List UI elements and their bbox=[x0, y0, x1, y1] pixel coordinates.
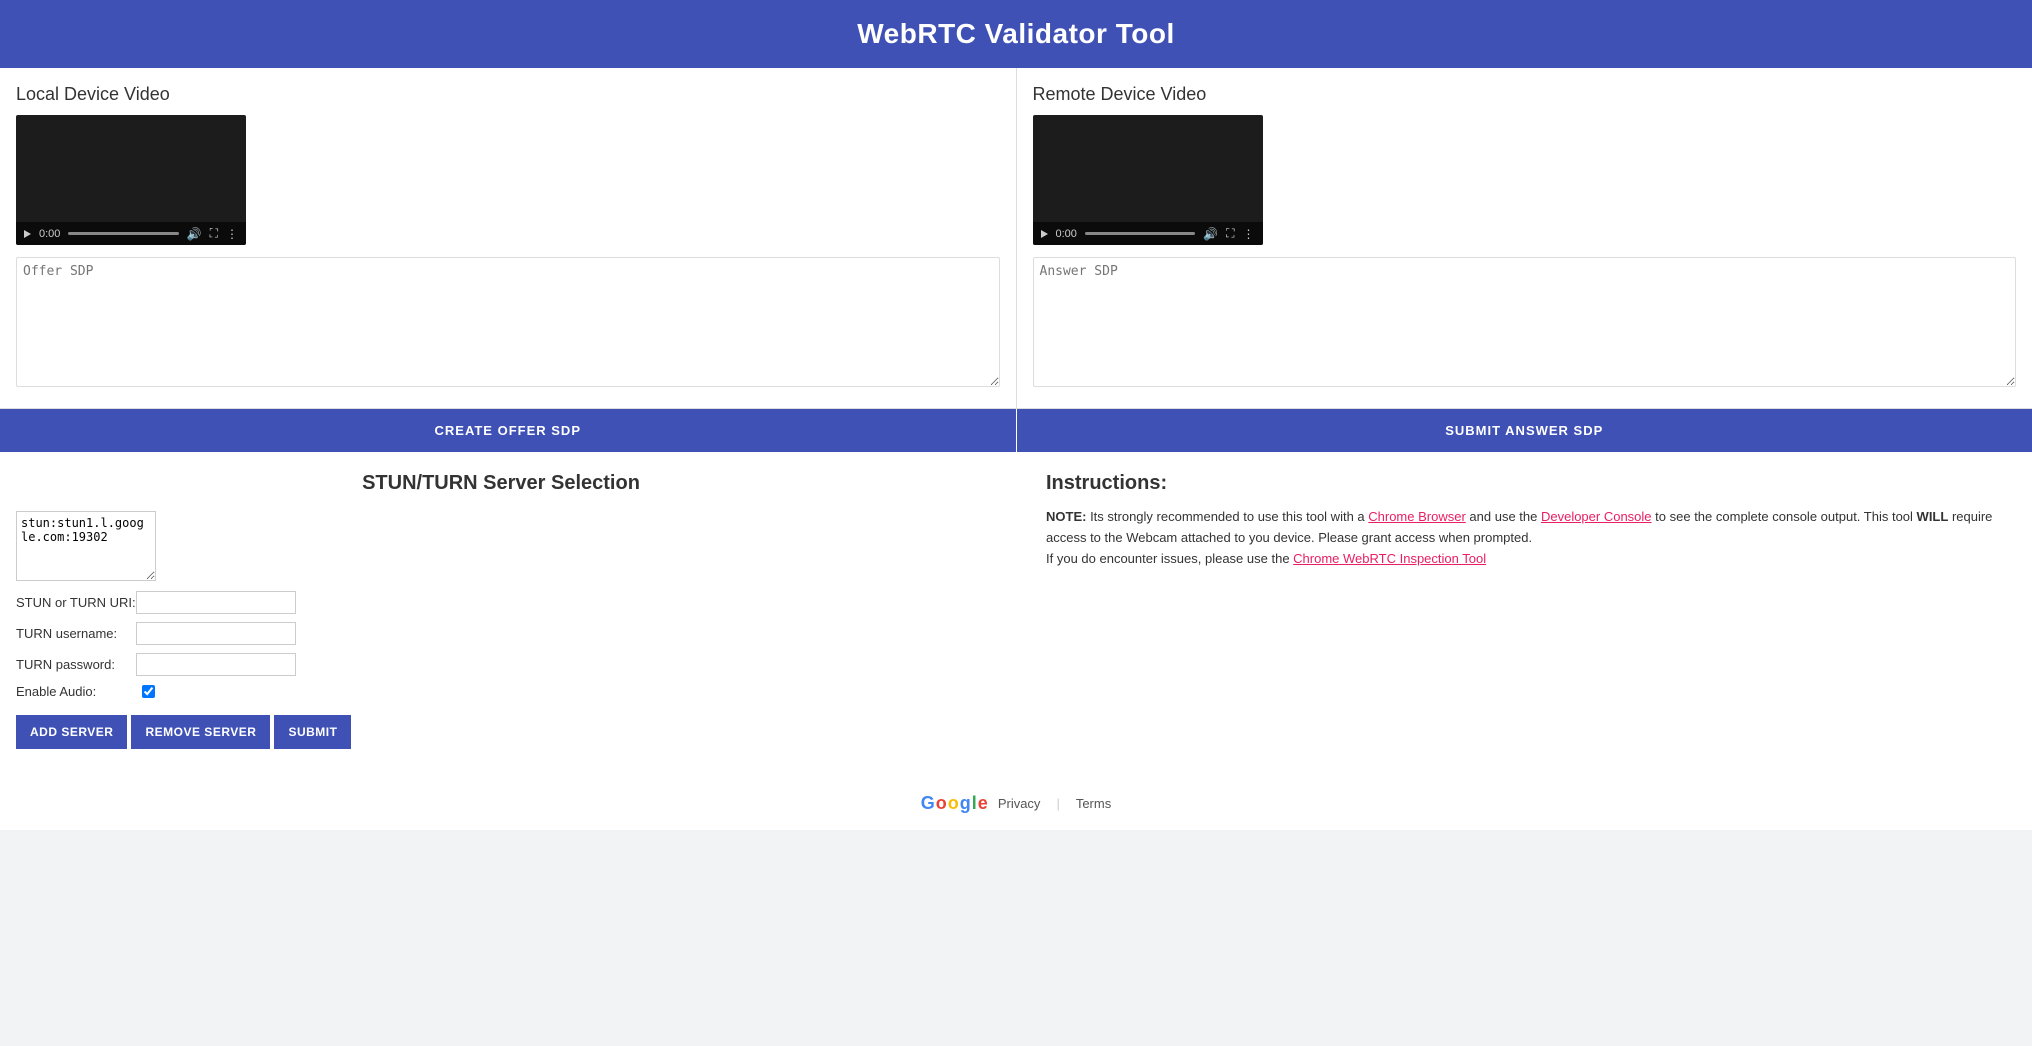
uri-row: STUN or TURN URI: bbox=[16, 591, 986, 614]
local-video-player[interactable]: 0:00 🔊 ⛶ ⋮ bbox=[16, 115, 246, 245]
local-video-controls: 0:00 🔊 ⛶ ⋮ bbox=[16, 222, 246, 245]
password-input[interactable] bbox=[136, 653, 296, 676]
google-g-green: l bbox=[972, 793, 977, 814]
developer-console-link[interactable]: Developer Console bbox=[1541, 509, 1652, 524]
page-title: WebRTC Validator Tool bbox=[0, 18, 2032, 50]
create-offer-sdp-button[interactable]: CREATE OFFER SDP bbox=[0, 409, 1017, 452]
enable-audio-checkbox[interactable] bbox=[142, 685, 155, 698]
privacy-link[interactable]: Privacy bbox=[998, 796, 1041, 811]
remote-video-controls: 0:00 🔊 ⛶ ⋮ bbox=[1033, 222, 1263, 245]
terms-link[interactable]: Terms bbox=[1076, 796, 1111, 811]
local-video-label: Local Device Video bbox=[16, 84, 1000, 105]
footer: Google Privacy | Terms bbox=[0, 769, 2032, 830]
instructions-title: Instructions: bbox=[1046, 472, 2016, 495]
submit-answer-sdp-button[interactable]: SUBMIT ANSWER SDP bbox=[1017, 409, 2032, 452]
local-more-icon[interactable]: ⋮ bbox=[226, 227, 238, 241]
local-video-panel: Local Device Video 0:00 🔊 ⛶ ⋮ bbox=[0, 68, 1017, 408]
submit-button[interactable]: SUBMIT bbox=[274, 715, 351, 749]
stun-turn-title: STUN/TURN Server Selection bbox=[16, 472, 986, 495]
footer-divider: | bbox=[1056, 796, 1059, 811]
google-logo: Google bbox=[921, 793, 988, 814]
bottom-section: STUN/TURN Server Selection stun:stun1.l.… bbox=[0, 452, 2032, 769]
google-g-red2: e bbox=[978, 793, 988, 814]
note-text2: and use the bbox=[1469, 509, 1541, 524]
uri-input[interactable] bbox=[136, 591, 296, 614]
note-prefix: NOTE: bbox=[1046, 509, 1090, 524]
username-row: TURN username: bbox=[16, 622, 986, 645]
stun-turn-panel: STUN/TURN Server Selection stun:stun1.l.… bbox=[16, 472, 1026, 749]
sdp-buttons-row: CREATE OFFER SDP SUBMIT ANSWER SDP bbox=[0, 409, 2032, 452]
google-g-red: o bbox=[936, 793, 947, 814]
server-list-textarea[interactable]: stun:stun1.l.google.com:19302 bbox=[16, 511, 156, 581]
chrome-browser-link[interactable]: Chrome Browser bbox=[1368, 509, 1466, 524]
chrome-webrtc-link[interactable]: Chrome WebRTC Inspection Tool bbox=[1293, 551, 1486, 566]
username-input[interactable] bbox=[136, 622, 296, 645]
remote-play-icon[interactable] bbox=[1041, 230, 1048, 238]
local-fullscreen-icon[interactable]: ⛶ bbox=[210, 226, 218, 241]
answer-sdp-textarea[interactable] bbox=[1033, 257, 2017, 387]
remote-volume-icon[interactable]: 🔊 bbox=[1203, 227, 1218, 241]
google-g-blue2: g bbox=[960, 793, 971, 814]
note-text1: Its strongly recommended to use this too… bbox=[1090, 509, 1368, 524]
remote-video-panel: Remote Device Video 0:00 🔊 ⛶ ⋮ bbox=[1017, 68, 2032, 408]
local-volume-icon[interactable]: 🔊 bbox=[187, 227, 202, 241]
remote-video-time: 0:00 bbox=[1056, 228, 1077, 240]
note-text3: to see the complete console output. This… bbox=[1655, 509, 1916, 524]
uri-label: STUN or TURN URI: bbox=[16, 595, 136, 610]
instructions-panel: Instructions: NOTE: Its strongly recomme… bbox=[1026, 472, 2016, 749]
google-g-yellow: o bbox=[948, 793, 959, 814]
remote-video-player[interactable]: 0:00 🔊 ⛶ ⋮ bbox=[1033, 115, 1263, 245]
audio-checkbox-row: Enable Audio: bbox=[16, 684, 986, 699]
note-line2-prefix: If you do encounter issues, please use t… bbox=[1046, 551, 1293, 566]
remove-server-button[interactable]: REMOVE SERVER bbox=[131, 715, 270, 749]
will-bold: WILL bbox=[1917, 509, 1949, 524]
main-content: Local Device Video 0:00 🔊 ⛶ ⋮ Remote Dev… bbox=[0, 68, 2032, 830]
instructions-note: NOTE: Its strongly recommended to use th… bbox=[1046, 507, 2016, 569]
remote-video-label: Remote Device Video bbox=[1033, 84, 2017, 105]
top-section: Local Device Video 0:00 🔊 ⛶ ⋮ Remote Dev… bbox=[0, 68, 2032, 409]
action-buttons: ADD SERVER REMOVE SERVER SUBMIT bbox=[16, 715, 986, 749]
local-video-time: 0:00 bbox=[39, 228, 60, 240]
password-row: TURN password: bbox=[16, 653, 986, 676]
local-play-icon[interactable] bbox=[24, 230, 31, 238]
remote-video-progress[interactable] bbox=[1085, 232, 1195, 235]
google-g-blue: G bbox=[921, 793, 935, 814]
username-label: TURN username: bbox=[16, 626, 136, 641]
enable-audio-label: Enable Audio: bbox=[16, 684, 136, 699]
offer-sdp-textarea[interactable] bbox=[16, 257, 1000, 387]
remote-fullscreen-icon[interactable]: ⛶ bbox=[1226, 226, 1234, 241]
add-server-button[interactable]: ADD SERVER bbox=[16, 715, 127, 749]
page-header: WebRTC Validator Tool bbox=[0, 0, 2032, 68]
remote-more-icon[interactable]: ⋮ bbox=[1243, 227, 1255, 241]
local-video-progress[interactable] bbox=[68, 232, 178, 235]
password-label: TURN password: bbox=[16, 657, 136, 672]
